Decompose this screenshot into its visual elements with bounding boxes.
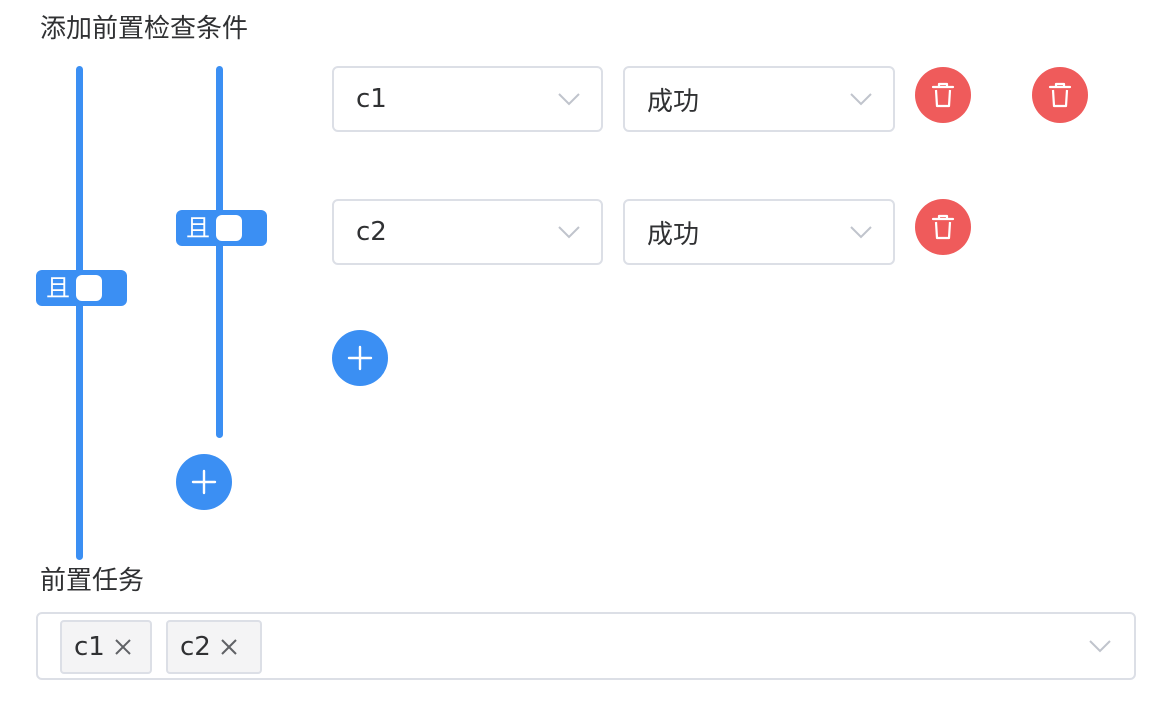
chevron-down-icon	[1089, 640, 1111, 653]
plus-icon	[191, 469, 217, 495]
close-icon[interactable]	[113, 637, 133, 657]
condition-1-status-value: 成功	[647, 86, 700, 117]
prerequisite-tasks-select[interactable]: c1 c2	[36, 612, 1136, 680]
delete-inner-group-button[interactable]	[1032, 67, 1088, 123]
outer-and-toggle[interactable]: 且	[36, 270, 127, 306]
condition-1-status-select[interactable]: 成功	[623, 66, 895, 132]
condition-2-task-value: c2	[356, 217, 387, 247]
inner-group-line	[216, 66, 223, 438]
condition-1-task-select[interactable]: c1	[332, 66, 603, 132]
condition-2-task-select[interactable]: c2	[332, 199, 603, 265]
plus-icon	[347, 345, 373, 371]
trash-icon	[931, 214, 955, 240]
toggle-knob	[76, 275, 102, 301]
selected-task-tag: c1	[60, 620, 152, 674]
condition-2-status-select[interactable]: 成功	[623, 199, 895, 265]
condition-1-task-value: c1	[356, 84, 387, 114]
add-group-button[interactable]	[176, 454, 232, 510]
trash-icon	[1048, 82, 1072, 108]
tag-label: c1	[74, 632, 105, 662]
chevron-down-icon	[558, 226, 580, 239]
tag-label: c2	[180, 632, 211, 662]
delete-condition-1-button[interactable]	[915, 67, 971, 123]
prerequisite-tasks-title: 前置任务	[40, 566, 145, 596]
selected-task-tag: c2	[166, 620, 262, 674]
delete-condition-2-button[interactable]	[915, 199, 971, 255]
trash-icon	[931, 82, 955, 108]
page-title: 添加前置检查条件	[40, 14, 249, 44]
outer-group-line	[76, 66, 83, 560]
condition-2-status-value: 成功	[647, 219, 700, 250]
chevron-down-icon	[850, 93, 872, 106]
chevron-down-icon	[850, 226, 872, 239]
chevron-down-icon	[558, 93, 580, 106]
inner-and-label: 且	[186, 214, 210, 242]
inner-and-toggle[interactable]: 且	[176, 210, 267, 246]
outer-and-label: 且	[46, 274, 70, 302]
close-icon[interactable]	[219, 637, 239, 657]
toggle-knob	[216, 215, 242, 241]
add-condition-button[interactable]	[332, 330, 388, 386]
precheck-editor: 添加前置检查条件 且 且 c1 成功 c2 成功 前置任务 c1 c2	[0, 0, 1164, 706]
